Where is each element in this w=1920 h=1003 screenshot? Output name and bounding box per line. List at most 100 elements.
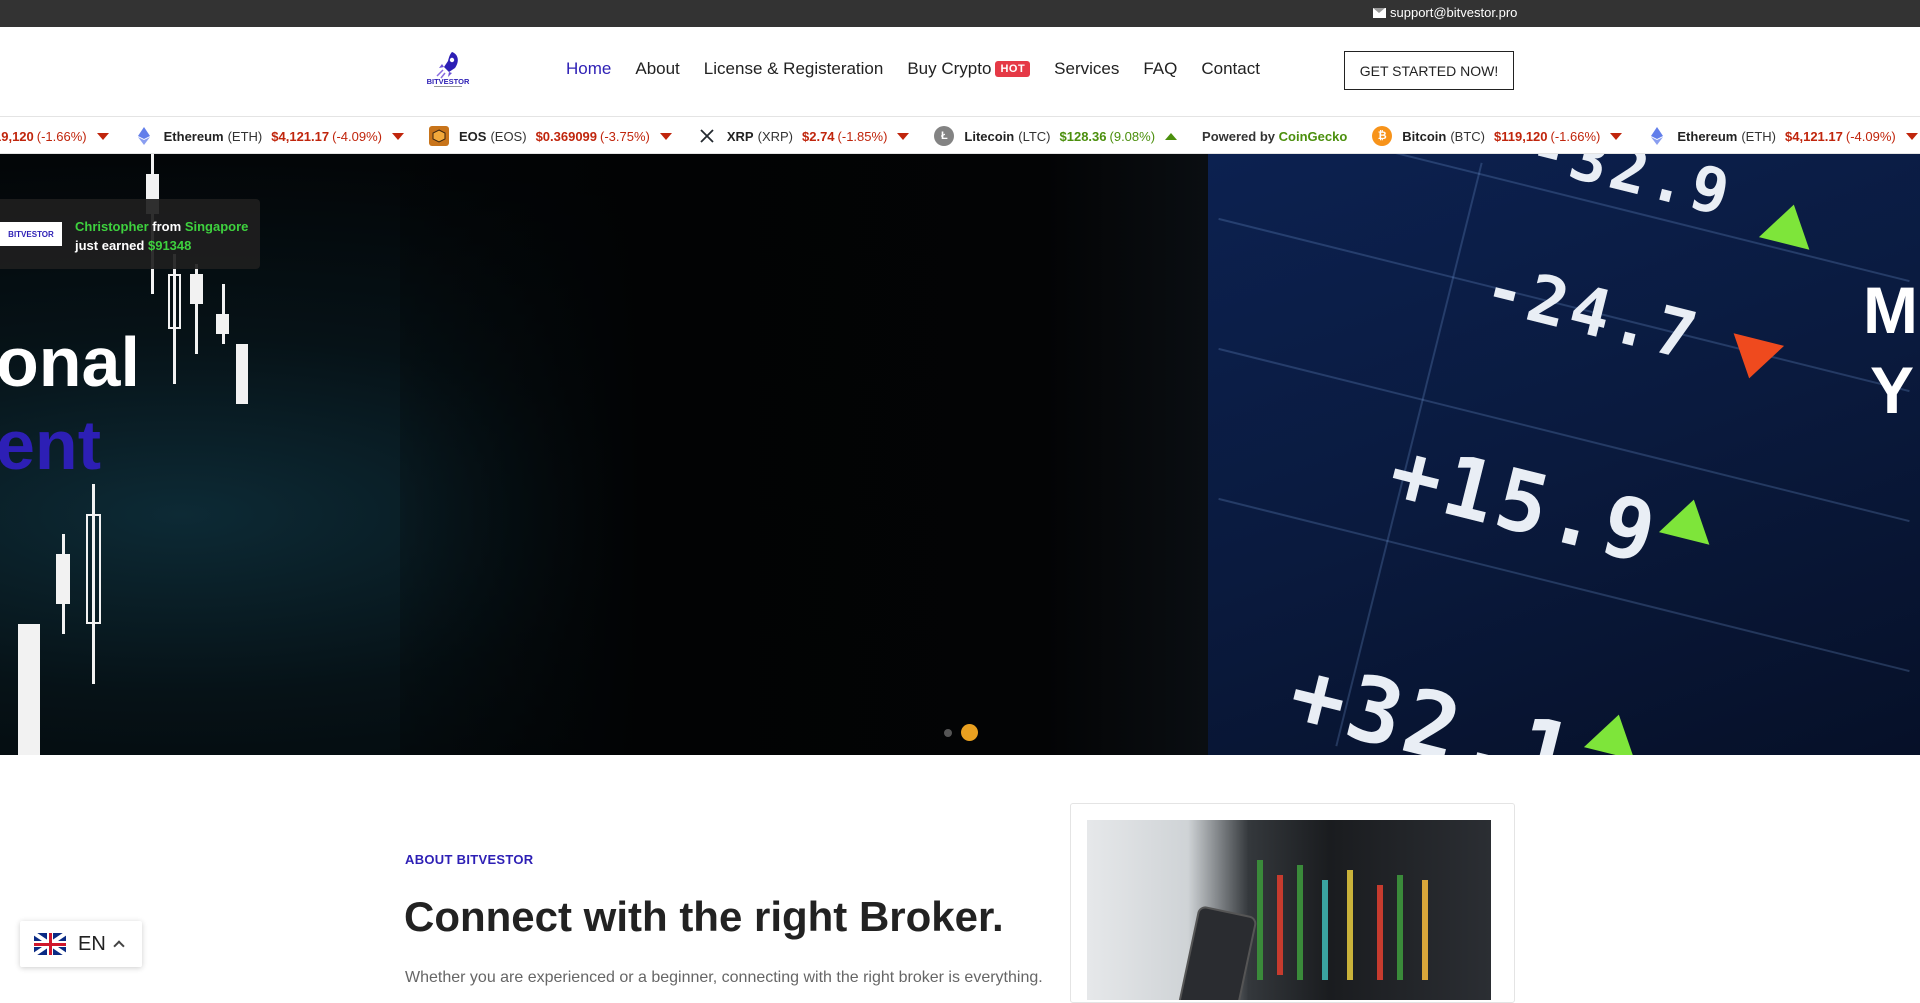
hero-right-title-line-2: Y bbox=[1870, 353, 1915, 427]
chart-bar-decoration bbox=[1347, 870, 1353, 980]
support-email-text: support@bitvestor.pro bbox=[1390, 5, 1518, 20]
ticker-change: (-3.75%) bbox=[600, 128, 650, 144]
nav-license[interactable]: License & Registeration bbox=[704, 59, 884, 79]
chevron-up-icon bbox=[113, 940, 125, 952]
ticker-item-ethereum-repeat[interactable]: Ethereum (ETH) $4,121.17 (-4.09%) bbox=[1647, 126, 1918, 146]
ethereum-icon bbox=[133, 126, 154, 146]
ticker-name: Bitcoin bbox=[1402, 128, 1447, 144]
xrp-icon bbox=[696, 126, 717, 146]
ticker-change: (-4.09%) bbox=[1845, 128, 1896, 144]
get-started-button[interactable]: GET STARTED NOW! bbox=[1344, 51, 1514, 90]
down-arrow-icon bbox=[897, 132, 910, 140]
slider-dot-2[interactable] bbox=[961, 724, 978, 741]
nav-buy-crypto[interactable]: Buy Crypto HOT bbox=[907, 59, 1031, 79]
ticker-item-litecoin[interactable]: Ł Litecoin (LTC) $128.36 (9.08%) bbox=[934, 126, 1178, 146]
nav-license-label: License & Registeration bbox=[703, 59, 884, 78]
ticker-name: Ethereum bbox=[1677, 128, 1738, 144]
ticker-symbol: (BTC) bbox=[1450, 128, 1485, 144]
ticker-symbol: (ETH) bbox=[227, 128, 263, 144]
down-arrow-icon bbox=[1610, 132, 1623, 140]
about-section-title: Connect with the right Broker. bbox=[404, 893, 1004, 940]
ticker-name: Litecoin bbox=[964, 128, 1015, 144]
language-switcher[interactable]: EN bbox=[20, 921, 142, 967]
smartphone-illustration bbox=[1176, 904, 1258, 1000]
down-arrow-icon bbox=[659, 132, 672, 140]
ticker-change: (-4.09%) bbox=[332, 128, 382, 144]
nav-home[interactable]: Home bbox=[566, 59, 611, 79]
ticker-price: $4,121.17 bbox=[1785, 128, 1843, 144]
chart-bar-decoration bbox=[1422, 880, 1428, 980]
nav-contact-label: Contact bbox=[1201, 59, 1260, 78]
ticker-track: 19,120 (-1.66%) Ethereum (ETH) $4,121.17… bbox=[0, 117, 1920, 153]
ticker-price: 19,120 bbox=[0, 128, 34, 144]
ticker-symbol: (EOS) bbox=[490, 128, 527, 144]
logo-text: BITVESTOR bbox=[427, 77, 470, 86]
coingecko-link[interactable]: CoinGecko bbox=[1279, 129, 1348, 144]
candle bbox=[236, 344, 248, 404]
hero-title-line-2: ent bbox=[0, 406, 101, 484]
hero-number: +15.9 bbox=[1380, 422, 1669, 584]
notification-message: Christopher from Singapore just earned $… bbox=[75, 217, 248, 255]
about-image-card bbox=[1070, 803, 1515, 1003]
ticker-price: $128.36 bbox=[1059, 128, 1107, 144]
nav-home-label: Home bbox=[566, 59, 612, 78]
chart-bar-decoration bbox=[1322, 880, 1328, 980]
powered-by-coingecko[interactable]: Powered by CoinGecko bbox=[1202, 129, 1347, 144]
ticker-symbol: (LTC) bbox=[1018, 128, 1051, 144]
ticker-change: (-1.66%) bbox=[36, 128, 87, 144]
ticker-item-eos[interactable]: EOS (EOS) $0.369099 (-3.75%) bbox=[428, 126, 672, 146]
ticker-item-bitcoin[interactable]: ₿ Bitcoin (BTC) $119,120 (-1.66%) bbox=[1372, 126, 1623, 146]
site-header: BITVESTOR Home About License & Registera… bbox=[0, 27, 1920, 116]
down-arrow-icon bbox=[391, 132, 404, 140]
ticker-item-bitcoin-partial[interactable]: 19,120 (-1.66%) bbox=[0, 129, 109, 144]
ticker-price: $119,120 bbox=[1494, 128, 1548, 144]
slider-dots bbox=[944, 724, 978, 741]
nav-about-label: About bbox=[635, 59, 680, 78]
hero-title-line-1: onal bbox=[0, 323, 140, 401]
language-code: EN bbox=[78, 932, 106, 955]
hero-slider: onal ent -32.9 -24.7 +15.9 +32.1 bbox=[0, 154, 1920, 755]
uk-flag-icon bbox=[34, 933, 66, 955]
support-email-link[interactable]: support@bitvestor.pro bbox=[1373, 5, 1517, 20]
chart-bar-decoration bbox=[1257, 860, 1263, 980]
bitcoin-icon: ₿ bbox=[1372, 126, 1393, 146]
notification-location: Singapore bbox=[184, 219, 249, 234]
nav-faq-label: FAQ bbox=[1143, 59, 1178, 78]
green-up-arrow bbox=[1583, 708, 1645, 755]
ticker-item-xrp[interactable]: XRP (XRP) $2.74 (-1.85%) bbox=[696, 126, 910, 146]
nav-contact[interactable]: Contact bbox=[1201, 59, 1260, 79]
down-arrow-icon bbox=[1905, 132, 1918, 140]
chart-bar-decoration bbox=[1377, 885, 1383, 980]
nav-about[interactable]: About bbox=[635, 59, 679, 79]
red-down-arrow bbox=[1723, 333, 1785, 385]
ticker-price: $4,121.17 bbox=[271, 128, 330, 144]
powered-prefix: Powered by bbox=[1202, 128, 1276, 144]
notification-from: from bbox=[152, 219, 182, 234]
down-arrow-icon bbox=[96, 132, 109, 140]
hero-right-title-line-1: M bbox=[1863, 273, 1918, 347]
slider-dot-1[interactable] bbox=[944, 728, 952, 737]
hero-slide-current: -32.9 -24.7 +15.9 +32.1 bbox=[1208, 154, 1920, 755]
trading-phone-image bbox=[1087, 820, 1491, 1000]
hero-number: -24.7 bbox=[1476, 248, 1708, 377]
green-up-arrow bbox=[1758, 198, 1820, 250]
ticker-name: XRP bbox=[726, 128, 754, 144]
green-up-arrow bbox=[1658, 493, 1720, 545]
ticker-price: $2.74 bbox=[802, 128, 835, 144]
notification-logo: BITVESTOR bbox=[0, 222, 62, 246]
rocket-logo-icon: BITVESTOR bbox=[427, 52, 470, 87]
crypto-price-ticker: 19,120 (-1.66%) Ethereum (ETH) $4,121.17… bbox=[0, 116, 1920, 154]
hero-number: +32.1 bbox=[1279, 640, 1588, 755]
nav-services[interactable]: Services bbox=[1054, 59, 1119, 79]
chart-bar-decoration bbox=[1397, 875, 1403, 980]
up-arrow-icon bbox=[1165, 132, 1178, 140]
ticker-item-ethereum[interactable]: Ethereum (ETH) $4,121.17 (-4.09%) bbox=[133, 126, 404, 146]
candle bbox=[86, 514, 101, 624]
about-section-label: ABOUT BITVESTOR bbox=[405, 852, 534, 867]
ticker-symbol: (ETH) bbox=[1741, 128, 1777, 144]
nav-faq[interactable]: FAQ bbox=[1143, 59, 1177, 79]
site-logo[interactable]: BITVESTOR bbox=[422, 49, 474, 89]
top-bar: support@bitvestor.pro bbox=[0, 0, 1920, 27]
earnings-notification[interactable]: BITVESTOR Christopher from Singapore jus… bbox=[0, 199, 260, 269]
nav-buy-crypto-label: Buy Crypto bbox=[907, 59, 992, 78]
